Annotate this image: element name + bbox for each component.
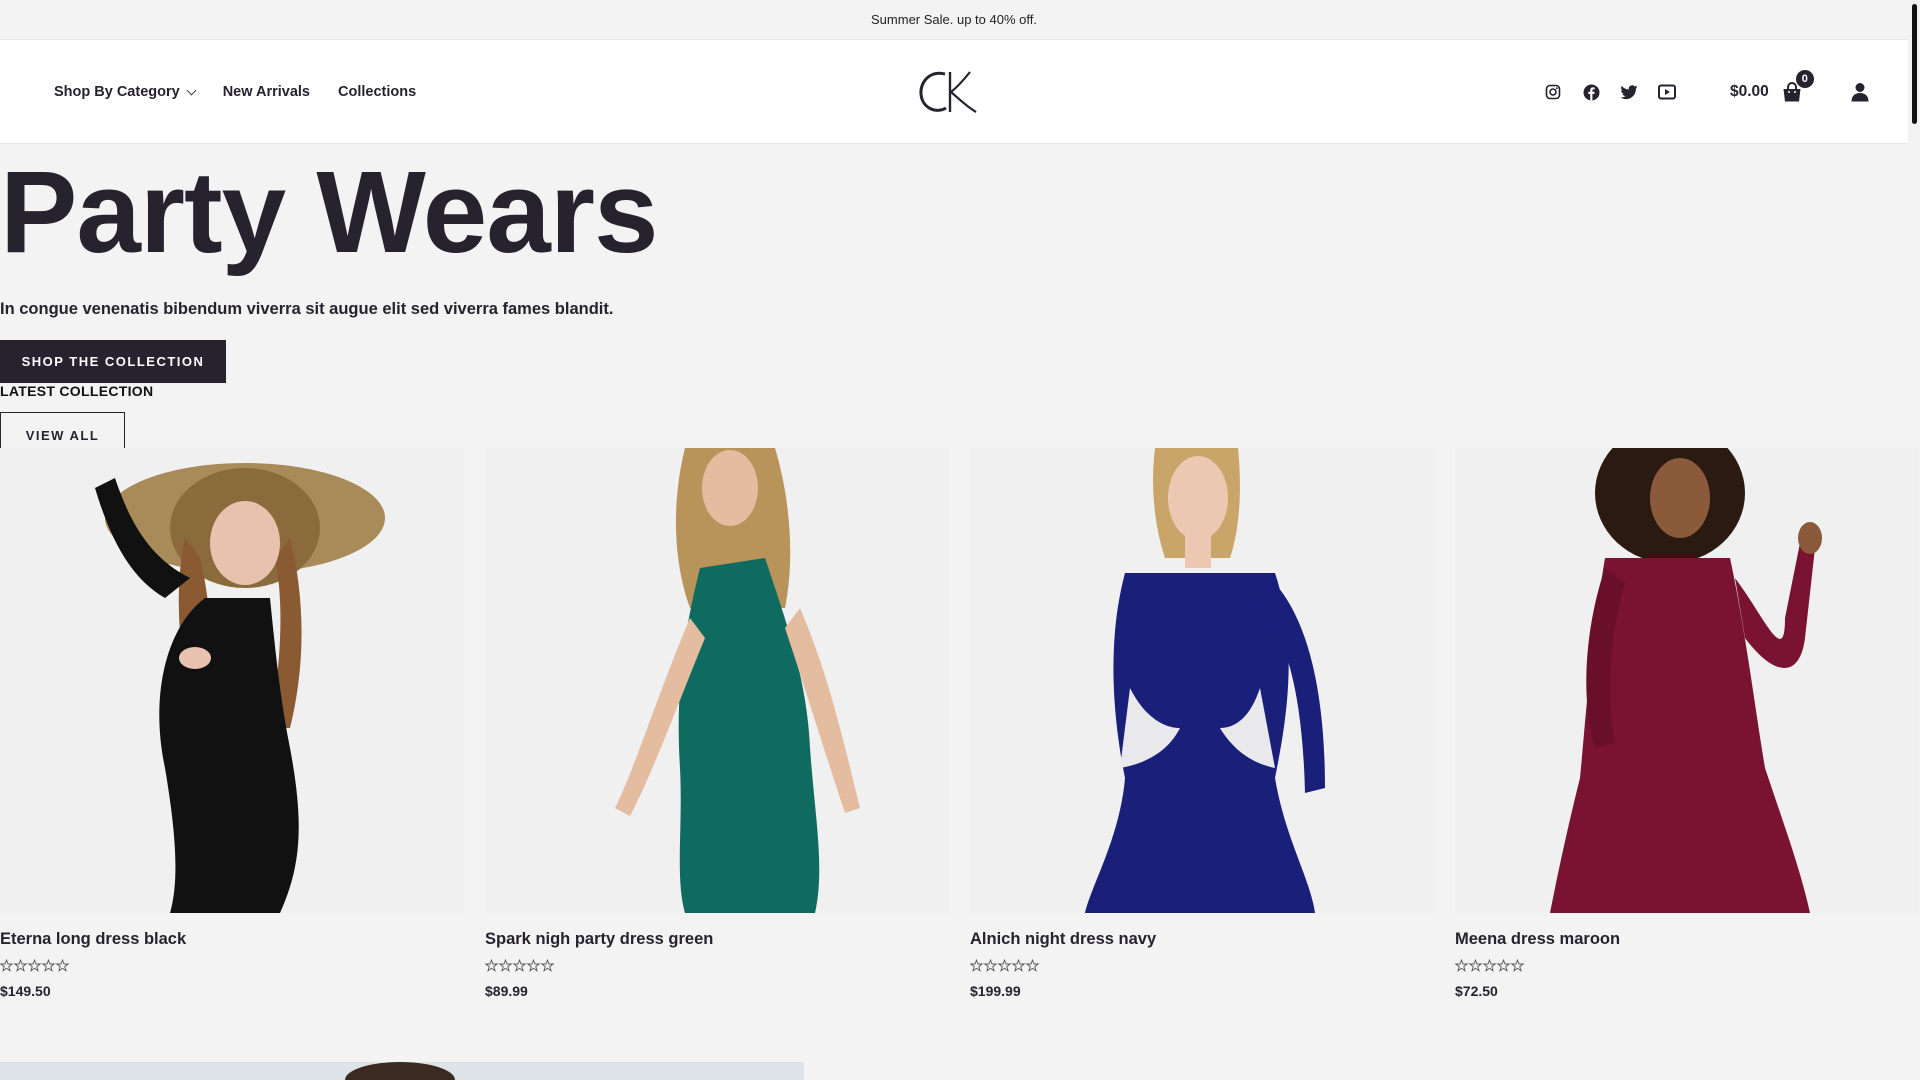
product-image[interactable] [485, 448, 949, 913]
main-nav: Shop By Category New Arrivals Collection… [54, 40, 416, 144]
twitter-icon[interactable] [1620, 83, 1638, 101]
product-image[interactable] [1455, 448, 1919, 913]
product-image[interactable] [0, 448, 464, 913]
product-price: $72.50 [1455, 983, 1498, 999]
nav-new-arrivals[interactable]: New Arrivals [223, 84, 310, 100]
latest-collection-heading: LATEST COLLECTION [0, 383, 154, 399]
shop-collection-button[interactable]: SHOP THE COLLECTION [0, 340, 226, 383]
cart-widget[interactable]: $0.00 0 [1730, 40, 1814, 144]
star-rating [1455, 959, 1919, 973]
cart-count-badge: 0 [1795, 70, 1814, 88]
product-card[interactable]: Spark nigh party dress green $89.99 [485, 448, 949, 999]
product-name[interactable]: Eterna long dress black [0, 930, 464, 949]
star-rating [970, 959, 1434, 973]
site-header: Shop By Category New Arrivals Collection… [0, 40, 1908, 144]
nav-label: Shop By Category [54, 84, 180, 100]
announcement-bar: Summer Sale. up to 40% off. [0, 0, 1908, 40]
user-icon[interactable] [1851, 82, 1869, 102]
hero-subtitle: In congue venenatis bibendum viverra sit… [0, 300, 614, 318]
shopping-bag-icon[interactable]: 0 [1781, 70, 1814, 103]
star-rating [0, 959, 464, 973]
nav-label: New Arrivals [222, 84, 310, 100]
announcement-text: Summer Sale. up to 40% off. [871, 12, 1037, 27]
nav-label: Collections [338, 84, 417, 100]
site-logo[interactable] [918, 68, 980, 116]
product-card[interactable]: Alnich night dress navy $199.99 [970, 448, 1434, 999]
product-price: $149.50 [0, 983, 51, 999]
product-price: $89.99 [485, 983, 528, 999]
nav-collections[interactable]: Collections [338, 84, 416, 100]
facebook-icon[interactable] [1582, 83, 1600, 101]
youtube-icon[interactable] [1658, 83, 1676, 101]
scrollbar-thumb[interactable] [1912, 4, 1917, 124]
nav-shop-by-category[interactable]: Shop By Category [54, 84, 197, 100]
product-name[interactable]: Alnich night dress navy [970, 930, 1434, 949]
instagram-icon[interactable] [1544, 83, 1562, 101]
cart-total: $0.00 [1730, 83, 1769, 100]
product-name[interactable]: Spark nigh party dress green [485, 930, 949, 949]
chevron-down-icon [186, 85, 197, 95]
product-price: $199.99 [970, 983, 1021, 999]
product-name[interactable]: Meena dress maroon [1455, 930, 1919, 949]
product-card[interactable]: Eterna long dress black $149.50 [0, 448, 464, 999]
social-links [1544, 40, 1676, 144]
hero-title: Party Wears [0, 147, 658, 277]
promo-banner-image[interactable] [0, 1062, 804, 1080]
product-card[interactable]: Meena dress maroon $72.50 [1455, 448, 1919, 999]
star-rating [485, 959, 949, 973]
product-image[interactable] [970, 448, 1434, 913]
